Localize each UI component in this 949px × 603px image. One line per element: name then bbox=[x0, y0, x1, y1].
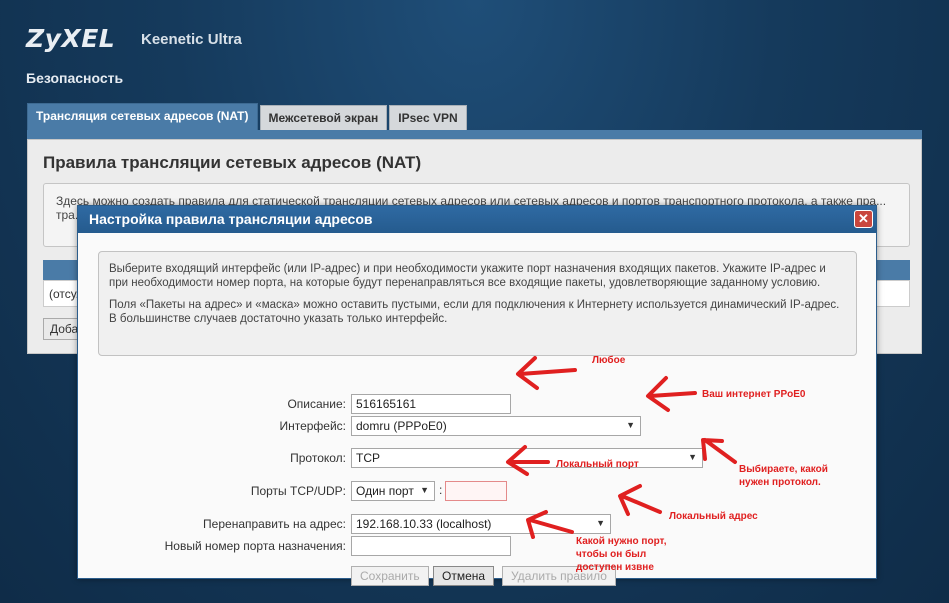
annotation-any: Любое bbox=[592, 355, 626, 366]
tab-firewall[interactable]: Межсетевой экран bbox=[259, 105, 388, 131]
panel-title: Правила трансляции сетевых адресов (NAT) bbox=[43, 153, 422, 172]
redirect-label: Перенаправить на адрес: bbox=[203, 517, 346, 531]
tab-strip bbox=[27, 130, 922, 139]
chevron-down-icon: ▼ bbox=[626, 420, 635, 430]
ports-mode-select[interactable]: Один порт ▼ bbox=[351, 481, 435, 501]
dialog-body: Выберите входящий интерфейс (или IP-адре… bbox=[78, 233, 876, 586]
model-name: Keenetic Ultra bbox=[141, 31, 242, 48]
annotation-local-port: Локальный порт bbox=[556, 459, 639, 470]
new-port-label: Новый номер порта назначения: bbox=[164, 539, 346, 553]
dialog-notice: Выберите входящий интерфейс (или IP-адре… bbox=[98, 251, 857, 356]
close-icon[interactable]: ✕ bbox=[854, 210, 873, 228]
protocol-label: Протокол: bbox=[290, 451, 346, 465]
description-input[interactable]: 516165161 bbox=[351, 394, 511, 414]
port-input[interactable] bbox=[445, 481, 507, 501]
tab-bar: Трансляция сетевых адресов (NAT) Межсете… bbox=[27, 103, 469, 131]
redirect-value: 192.168.10.33 (localhost) bbox=[356, 517, 492, 531]
interface-select[interactable]: domru (PPPoE0) ▼ bbox=[351, 416, 641, 436]
save-button[interactable]: Сохранить bbox=[351, 566, 429, 586]
section-title: Безопасность bbox=[26, 70, 124, 86]
tab-ipsec[interactable]: IPsec VPN bbox=[389, 105, 467, 131]
annotation-protocol: Выбираете, какой нужен протокол. bbox=[739, 464, 828, 488]
chevron-down-icon: ▼ bbox=[596, 518, 605, 528]
notice-paragraph-2: Поля «Пакеты на адрес» и «маска» можно о… bbox=[109, 299, 840, 325]
description-label: Описание: bbox=[287, 397, 346, 411]
ports-separator: : bbox=[439, 483, 443, 497]
brand-logo: ZyXEL bbox=[26, 24, 116, 53]
new-port-input[interactable] bbox=[351, 536, 511, 556]
dialog-title: Настройка правила трансляции адресов bbox=[89, 211, 373, 227]
redirect-select[interactable]: 192.168.10.33 (localhost) ▼ bbox=[351, 514, 611, 534]
ports-mode-value: Один порт bbox=[356, 484, 414, 498]
notice-paragraph-1: Выберите входящий интерфейс (или IP-адре… bbox=[109, 263, 826, 289]
annotation-pppoe: Ваш интернет PPoE0 bbox=[702, 389, 806, 400]
interface-value: domru (PPPoE0) bbox=[356, 419, 447, 433]
interface-label: Интерфейс: bbox=[279, 419, 346, 433]
protocol-value: TCP bbox=[356, 451, 380, 465]
tab-nat[interactable]: Трансляция сетевых адресов (NAT) bbox=[27, 103, 258, 131]
dialog-titlebar: Настройка правила трансляции адресов ✕ bbox=[78, 206, 876, 233]
annotation-external-port: Какой нужно порт, чтобы он был доступен … bbox=[576, 536, 667, 573]
ports-label: Порты TCP/UDP: bbox=[250, 484, 346, 498]
protocol-select[interactable]: TCP ▼ bbox=[351, 448, 703, 468]
chevron-down-icon: ▼ bbox=[688, 452, 697, 462]
chevron-down-icon: ▼ bbox=[420, 485, 429, 495]
cancel-button[interactable]: Отмена bbox=[433, 566, 495, 586]
annotation-local-address: Локальный адрес bbox=[669, 511, 758, 522]
